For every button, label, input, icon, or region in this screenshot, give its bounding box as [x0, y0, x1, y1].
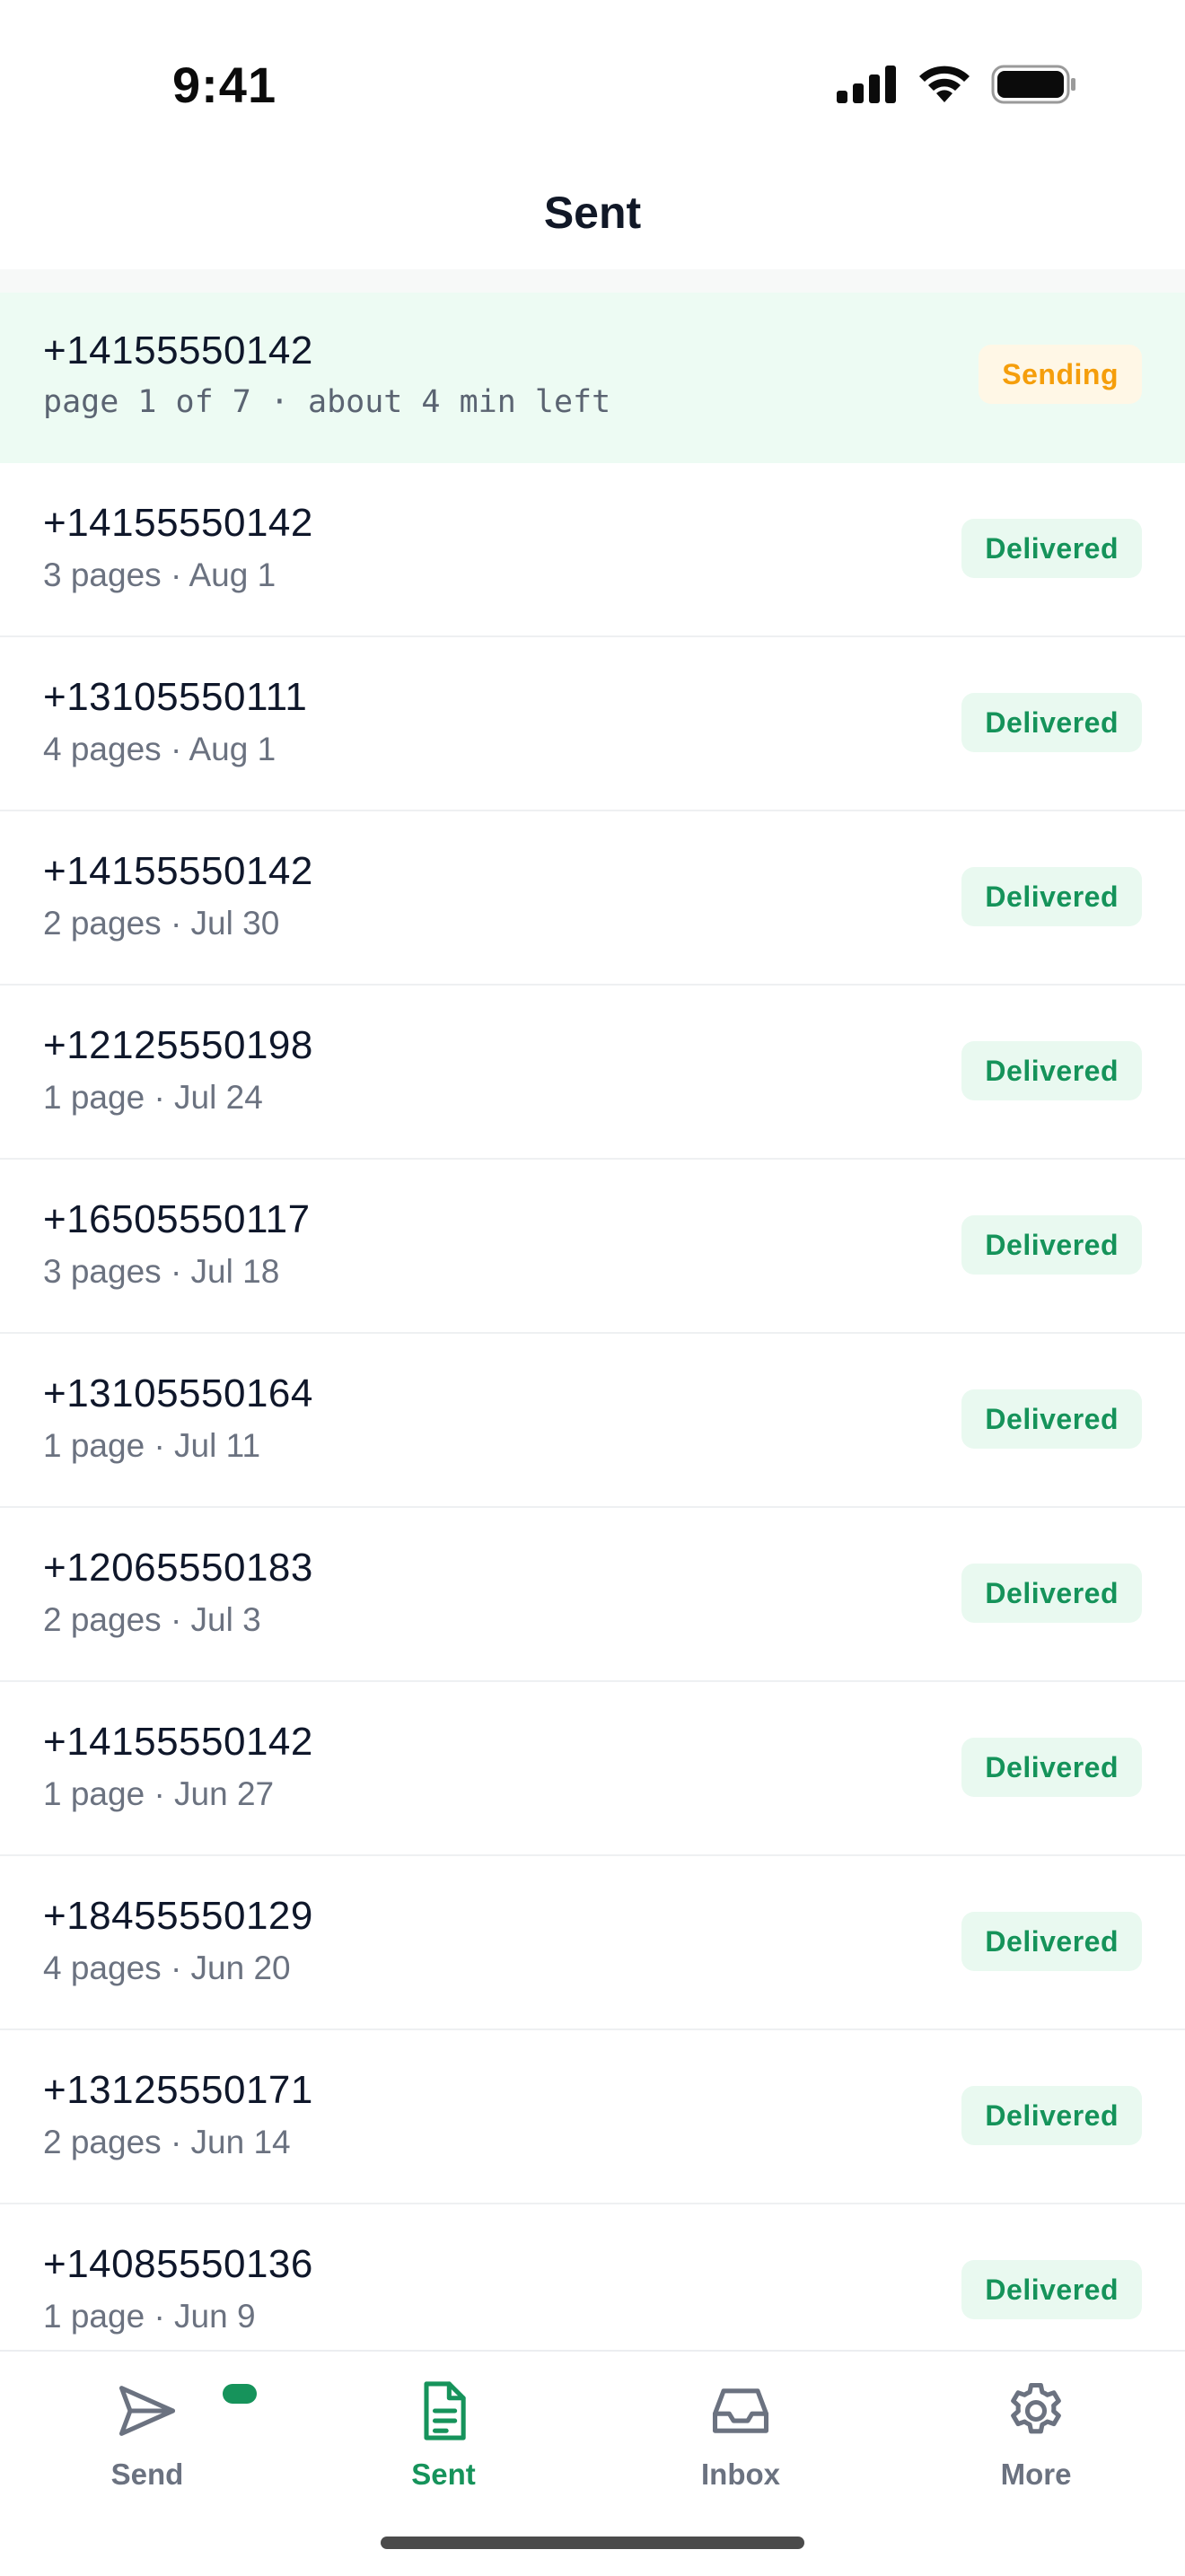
tab-inbox[interactable]: Inbox — [651, 2377, 830, 2492]
fax-details: 1 page · Jun 9 — [43, 2298, 256, 2335]
fax-progress: page 1 of 7 · about 4 min left — [43, 384, 611, 420]
fax-details: 4 pages · Jun 20 — [43, 1950, 291, 1986]
tab-more-label: More — [1000, 2458, 1072, 2491]
fax-number: +14155550142 — [43, 329, 313, 372]
gear-icon — [1011, 2382, 1061, 2434]
status-badge: Delivered — [961, 693, 1142, 752]
sent-fax-row[interactable]: +14155550142 1 page · Jun 27 Delivered — [0, 1682, 1185, 1856]
status-bar: 9:41 — [0, 0, 1185, 171]
page-title: Sent — [543, 188, 642, 238]
sent-fax-row[interactable]: +14155550142 2 pages · Jul 30 Delivered — [0, 811, 1185, 986]
fax-number: +13105550111 — [43, 675, 308, 719]
fax-details: 1 page · Jul 11 — [43, 1427, 261, 1464]
sent-fax-row[interactable]: +13105550111 4 pages · Aug 1 Delivered — [0, 637, 1185, 811]
status-badge: Delivered — [961, 1738, 1142, 1797]
battery-icon — [991, 65, 1075, 104]
fax-details: 2 pages · Jun 14 — [43, 2124, 291, 2160]
sent-fax-row[interactable]: +12125550198 1 page · Jul 24 Delivered — [0, 986, 1185, 1160]
fax-number: +13105550164 — [43, 1371, 313, 1415]
fax-details: 3 pages · Jul 18 — [43, 1253, 280, 1290]
sending-fax-row[interactable]: +14155550142 page 1 of 7 · about 4 min le… — [0, 293, 1185, 463]
status-badge: Delivered — [961, 2086, 1142, 2145]
fax-details: 2 pages · Jul 3 — [43, 1601, 261, 1638]
tab-inbox-label: Inbox — [701, 2458, 780, 2491]
status-badge: Delivered — [961, 1215, 1142, 1275]
tab-send-label: Send — [110, 2458, 184, 2491]
nav-header: Sent — [0, 171, 1185, 269]
sent-fax-list[interactable]: +14155550142 page 1 of 7 · about 4 min le… — [0, 293, 1185, 2350]
fax-number: +14085550136 — [43, 2242, 313, 2286]
status-badge: Delivered — [961, 519, 1142, 578]
fax-details: 1 page · Jun 27 — [43, 1775, 275, 1812]
status-icons — [837, 65, 1077, 104]
status-badge: Delivered — [961, 1564, 1142, 1623]
home-indicator — [381, 2537, 804, 2549]
status-badge: Delivered — [961, 1912, 1142, 1971]
tab-sent[interactable]: Sent — [354, 2377, 533, 2492]
tab-send[interactable]: Send — [57, 2377, 257, 2492]
status-badge: Delivered — [961, 867, 1142, 926]
fax-number: +12065550183 — [43, 1546, 313, 1590]
send-icon — [118, 2386, 176, 2436]
document-icon — [424, 2381, 466, 2440]
fax-number: +14155550142 — [43, 849, 313, 893]
fax-details: 1 page · Jul 24 — [43, 1079, 263, 1116]
status-badge: Delivered — [961, 1041, 1142, 1100]
inbox-icon — [712, 2388, 769, 2433]
sent-fax-row[interactable]: +12065550183 2 pages · Jul 3 Delivered — [0, 1508, 1185, 1682]
status-badge: Delivered — [961, 1389, 1142, 1449]
sent-fax-row[interactable]: +13125550171 2 pages · Jun 14 Delivered — [0, 2030, 1185, 2204]
sent-fax-row[interactable]: +14085550136 1 page · Jun 9 Delivered — [0, 2204, 1185, 2350]
tab-sent-label: Sent — [411, 2458, 476, 2491]
fax-number: +18455550129 — [43, 1894, 313, 1938]
fax-details: 2 pages · Jul 30 — [43, 905, 280, 942]
status-time: 9:41 — [172, 57, 277, 113]
fax-details: 3 pages · Aug 1 — [43, 556, 276, 593]
fax-number: +16505550117 — [43, 1197, 311, 1241]
status-badge: Delivered — [961, 2260, 1142, 2319]
header-divider — [0, 269, 1185, 293]
fax-number: +14155550142 — [43, 1720, 313, 1764]
fax-number: +12125550198 — [43, 1023, 313, 1067]
sent-fax-row[interactable]: +18455550129 4 pages · Jun 20 Delivered — [0, 1856, 1185, 2030]
fax-details: 4 pages · Aug 1 — [43, 731, 276, 767]
tab-more[interactable]: More — [946, 2377, 1126, 2492]
cellular-signal-icon — [837, 66, 896, 103]
fax-number: +13125550171 — [43, 2068, 313, 2112]
sent-fax-row[interactable]: +13105550164 1 page · Jul 11 Delivered — [0, 1334, 1185, 1508]
wifi-icon — [919, 66, 970, 102]
fax-number: +14155550142 — [43, 501, 313, 545]
status-badge: Sending — [979, 345, 1142, 404]
send-notification-badge — [223, 2384, 257, 2404]
sent-fax-row[interactable]: +14155550142 3 pages · Aug 1 Delivered — [0, 463, 1185, 637]
sent-fax-row[interactable]: +16505550117 3 pages · Jul 18 Delivered — [0, 1160, 1185, 1334]
